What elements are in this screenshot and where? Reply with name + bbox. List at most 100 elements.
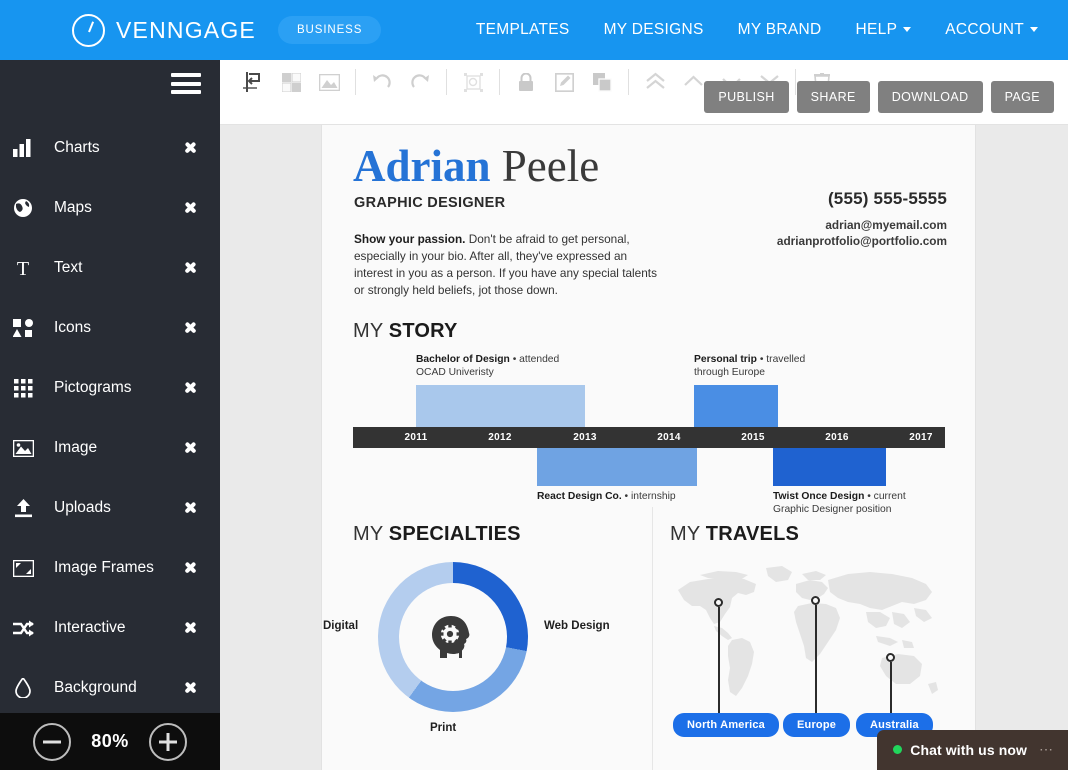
email-primary: adrian@myemail.com [825,218,947,232]
chevron-down-icon[interactable] [180,502,202,514]
axis-tick-2017: 2017 [909,432,933,443]
map-chip-europe[interactable]: Europe [783,713,851,737]
phone-number[interactable]: (555) 555-5555 [828,189,947,209]
color-swatch-icon[interactable] [276,67,306,97]
timeline-bar[interactable] [694,385,778,427]
column-divider [652,507,653,770]
chevron-down-icon[interactable] [180,562,202,574]
chevron-down-icon[interactable] [180,682,202,694]
sidebar-item-image-frames[interactable]: Image Frames [0,538,220,598]
share-button[interactable]: SHARE [796,81,870,113]
job-title[interactable]: GRAPHIC DESIGNER [354,195,505,211]
chevron-down-icon[interactable] [180,202,202,214]
timeline-event-label[interactable]: Twist Once Design • current Graphic Desi… [773,490,906,516]
design-canvas[interactable]: Adrian Peele GRAPHIC DESIGNER Show your … [220,125,1068,770]
chevron-down-icon[interactable] [180,622,202,634]
download-button[interactable]: DOWNLOAD [877,81,983,113]
globe-icon [8,197,38,219]
nav-item-templates[interactable]: TEMPLATES [476,21,570,39]
image-icon[interactable] [314,67,344,97]
shuffle-arrows-icon [8,617,38,639]
section-heading-story[interactable]: MY STORY [353,320,458,343]
last-name: Peele [490,141,600,191]
send-to-front-icon[interactable] [640,67,670,97]
nav-item-account[interactable]: ACCOUNT [945,21,1038,39]
timeline-bar[interactable] [773,448,886,486]
axis-tick-2015: 2015 [741,432,765,443]
timeline-bar[interactable] [416,385,585,427]
sidebar-item-charts[interactable]: Charts [0,118,220,178]
chevron-down-icon[interactable] [180,142,202,154]
chat-more-options-icon[interactable]: ⋯ [1039,741,1054,758]
chevron-down-icon[interactable] [180,262,202,274]
timeline-bar[interactable] [537,448,697,486]
nav-item-help[interactable]: HELP [856,21,912,39]
bio-text[interactable]: Show your passion. Don't be afraid to ge… [354,231,666,299]
edit-icon[interactable] [549,67,579,97]
bio-lead: Show your passion. [354,232,466,246]
travels-world-map[interactable]: North America Europe Australia [670,562,950,742]
online-status-dot [893,745,903,754]
first-name: Adrian [353,141,491,191]
timeline-event-label[interactable]: Bachelor of Design • attended OCAD Unive… [416,353,559,379]
section-heading-specialties[interactable]: MY SPECIALTIES [353,523,521,546]
sidebar-item-icons[interactable]: Icons [0,298,220,358]
crop-icon[interactable] [458,67,488,97]
chevron-down-icon[interactable] [180,322,202,334]
chevron-down-icon [1030,27,1038,32]
sidebar-item-label: Image [54,439,98,456]
align-icon[interactable] [238,67,268,97]
map-chip-north-america[interactable]: North America [673,713,779,737]
heading-main: SPECIALTIES [388,523,521,545]
brain-gear-icon [425,609,481,665]
sidebar-item-pictograms[interactable]: Pictograms [0,358,220,418]
sidebar-item-label: Pictograms [54,379,132,396]
redo-icon[interactable] [405,67,435,97]
page-title[interactable]: Adrian Peele [353,140,599,192]
droplet-icon [8,677,38,699]
specialties-donut-chart[interactable]: Digital Web Design Print [323,562,610,734]
sidebar-item-interactive[interactable]: Interactive [0,598,220,658]
map-pin-stem [815,605,817,715]
email-block[interactable]: adrian@myemail.com adrianprotfolio@portf… [777,217,947,249]
timeline-event-label[interactable]: React Design Co. • internship [537,490,676,503]
brand-logo[interactable]: VENNGAGE [72,13,256,47]
lock-icon[interactable] [511,67,541,97]
nav-item-my-designs[interactable]: MY DESIGNS [604,21,704,39]
sidebar-item-background[interactable]: Background [0,658,220,718]
map-pin-north-america[interactable] [714,598,723,607]
sidebar-item-text[interactable]: T Text [0,238,220,298]
map-pin-stem [890,662,892,715]
sidebar-item-maps[interactable]: Maps [0,178,220,238]
timeline-axis: 2011 2012 2013 2014 2015 2016 2017 [353,427,945,448]
chat-widget[interactable]: Chat with us now ⋯ [877,730,1068,770]
plan-badge[interactable]: BUSINESS [277,16,382,44]
donut-label-web-design: Web Design [544,620,610,632]
publish-button[interactable]: PUBLISH [704,81,789,113]
sidebar-item-uploads[interactable]: Uploads [0,478,220,538]
sidebar-item-label: Charts [54,139,100,156]
event-detail: • current [864,491,906,502]
timeline-event-label[interactable]: Personal trip • travelled through Europe [694,353,805,379]
chevron-down-icon[interactable] [180,442,202,454]
undo-icon[interactable] [367,67,397,97]
story-timeline-chart[interactable]: 2011 2012 2013 2014 2015 2016 2017 Bache… [353,345,945,515]
zoom-out-button[interactable] [33,722,72,761]
sidebar-item-image[interactable]: Image [0,418,220,478]
hamburger-menu-icon[interactable] [171,73,201,94]
map-pin-australia[interactable] [886,653,895,662]
zoom-in-button[interactable] [148,722,187,761]
duplicate-icon[interactable] [587,67,617,97]
nav-item-my-brand[interactable]: MY BRAND [738,21,822,39]
logo-wordmark: VENNGAGE [116,16,256,43]
sidebar-item-label: Maps [54,199,92,216]
page-button[interactable]: PAGE [990,81,1054,113]
chevron-down-icon[interactable] [180,382,202,394]
sidebar-item-label: Icons [54,319,92,336]
zoom-controls: 80% [0,713,220,770]
section-heading-travels[interactable]: MY TRAVELS [670,523,799,546]
resume-page[interactable]: Adrian Peele GRAPHIC DESIGNER Show your … [322,125,975,770]
top-navigation-bar: VENNGAGE BUSINESS TEMPLATES MY DESIGNS M… [0,0,1068,60]
map-pin-europe[interactable] [811,596,820,605]
event-title: Personal trip [694,354,757,365]
